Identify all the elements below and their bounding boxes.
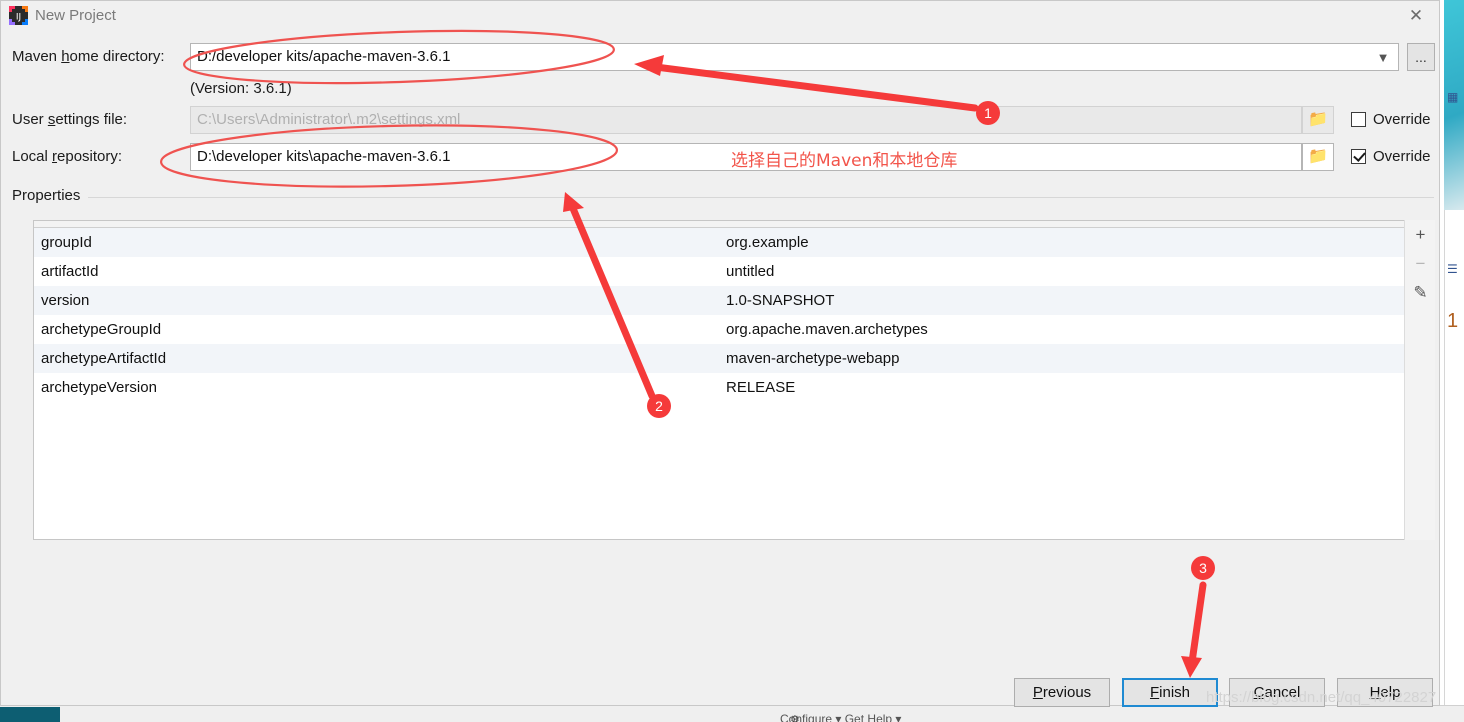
previous-button-label: revious — [1042, 684, 1092, 701]
user-settings-override-label: Override — [1373, 111, 1431, 128]
maven-version-note: (Version: 3.6.1) — [190, 80, 292, 97]
table-row[interactable]: version 1.0-SNAPSHOT — [34, 286, 1434, 315]
property-key-cell: version — [41, 292, 90, 309]
watermark-text: https://blog.csdn.net/qq_40722827 — [1206, 689, 1437, 706]
background-status-bar — [0, 705, 1464, 722]
background-wallpaper — [1444, 0, 1464, 210]
maven-home-label-a: Maven — [12, 48, 62, 65]
properties-table-header — [34, 221, 1434, 228]
property-value-cell: RELEASE — [726, 379, 796, 396]
screenshot-root: ▦ ☰ 1 ⚙ Configure ▾ Get Help ▾ IJ New Pr… — [0, 0, 1464, 722]
checkbox-box-checked — [1351, 149, 1366, 164]
finish-button-mnemonic: F — [1149, 684, 1160, 701]
properties-separator — [12, 197, 1434, 198]
property-key-cell: archetypeGroupId — [41, 321, 162, 338]
property-key-cell: archetypeVersion — [41, 379, 157, 396]
checkbox-box-unchecked — [1351, 112, 1366, 127]
local-repository-override-label: Override — [1373, 148, 1431, 165]
property-key-cell: artifactId — [41, 263, 99, 280]
previous-button[interactable]: Previous — [1014, 678, 1110, 707]
local-repository-label-a: Local — [12, 148, 53, 165]
table-row[interactable]: groupId org.example — [34, 228, 1434, 257]
background-bottom-text: Configure ▾ Get Help ▾ — [780, 712, 902, 722]
edit-property-button[interactable]: ✎ — [1405, 278, 1436, 307]
user-settings-input[interactable]: C:\Users\Administrator\.m2\settings.xml — [190, 106, 1302, 134]
finish-button[interactable]: Finish — [1122, 678, 1218, 707]
annotation-note-chinese: 选择自己的Maven和本地仓库 — [731, 151, 958, 171]
annotation-marker-3: 3 — [1191, 556, 1215, 580]
user-settings-override-checkbox[interactable]: Override — [1351, 111, 1431, 128]
chevron-down-icon[interactable]: ▼ — [1369, 45, 1397, 71]
maven-home-label: Maven home directory: — [12, 48, 165, 65]
user-settings-label-b: ettings file: — [55, 111, 128, 128]
background-right-panel — [1444, 210, 1464, 710]
background-taskbar-chip — [0, 707, 60, 722]
local-repository-override-checkbox[interactable]: Override — [1351, 148, 1431, 165]
property-value-cell: org.apache.maven.archetypes — [726, 321, 928, 338]
folder-icon: 📁 — [1308, 111, 1328, 128]
properties-table: groupId org.example artifactId untitled vers… — [33, 220, 1435, 540]
background-line-number: 1 — [1447, 310, 1459, 332]
properties-section-label: Properties — [12, 187, 89, 204]
new-project-dialog: IJ New Project ✕ Maven home directory: D… — [0, 0, 1440, 707]
maven-home-label-b: ome directory: — [69, 48, 165, 65]
local-repository-label: Local repository: — [12, 148, 122, 165]
background-icon-top: ▦ — [1447, 90, 1459, 104]
folder-icon: 📁 — [1308, 148, 1328, 165]
svg-text:IJ: IJ — [16, 13, 21, 23]
properties-table-toolbar: + − ✎ — [1404, 220, 1435, 540]
property-value-cell: maven-archetype-webapp — [726, 350, 900, 367]
dialog-titlebar: IJ New Project ✕ — [1, 1, 1439, 31]
local-repository-folder-icon[interactable]: 📁 — [1302, 143, 1334, 171]
user-settings-label: User settings file: — [12, 111, 127, 128]
remove-property-button[interactable]: − — [1405, 249, 1436, 278]
property-value-cell: org.example — [726, 234, 809, 251]
table-row[interactable]: archetypeVersion RELEASE — [34, 373, 1434, 402]
maven-home-browse-button[interactable]: ... — [1407, 43, 1435, 71]
previous-button-mnemonic: P — [1032, 684, 1043, 701]
intellij-idea-icon: IJ — [9, 6, 28, 25]
background-icon-mid: ☰ — [1447, 262, 1458, 276]
add-property-button[interactable]: + — [1405, 220, 1436, 249]
property-value-cell: untitled — [726, 263, 775, 280]
dialog-title: New Project — [35, 7, 116, 24]
property-value-cell: 1.0-SNAPSHOT — [726, 292, 835, 309]
maven-home-label-mnemonic: h — [61, 48, 70, 65]
property-key-cell: archetypeArtifactId — [41, 350, 167, 367]
annotation-marker-2: 2 — [647, 394, 671, 418]
table-row[interactable]: archetypeArtifactId maven-archetype-webap… — [34, 344, 1434, 373]
maven-home-input[interactable]: D:/developer kits/apache-maven-3.6.1 — [190, 43, 1399, 71]
table-row[interactable]: archetypeGroupId org.apache.maven.archety… — [34, 315, 1434, 344]
user-settings-folder-icon[interactable]: 📁 — [1302, 106, 1334, 134]
user-settings-label-a: User — [12, 111, 48, 128]
finish-button-label: inish — [1159, 684, 1191, 701]
annotation-marker-1: 1 — [976, 101, 1000, 125]
table-row[interactable]: artifactId untitled — [34, 257, 1434, 286]
close-icon[interactable]: ✕ — [1393, 1, 1439, 31]
property-key-cell: groupId — [41, 234, 92, 251]
local-repository-label-b: epository: — [57, 148, 123, 165]
